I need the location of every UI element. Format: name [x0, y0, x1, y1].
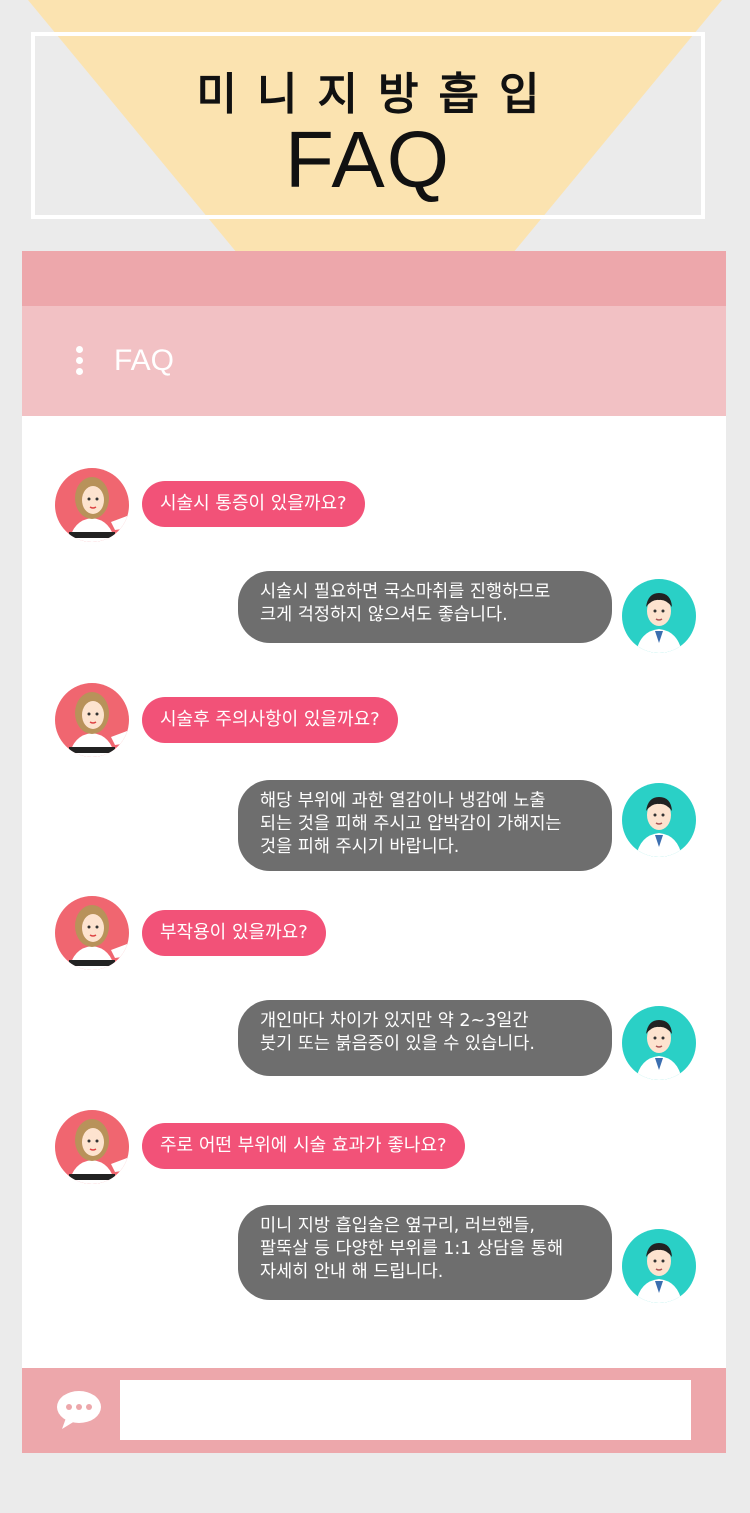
- title-frame: 미니지방흡입 FAQ: [31, 32, 705, 219]
- answer-bubble: 미니 지방 흡입술은 옆구리, 러브핸들, 팔뚝살 등 다양한 부위를 1:1 …: [238, 1205, 612, 1300]
- question-bubble: 시술후 주의사항이 있을까요?: [142, 697, 398, 743]
- patient-avatar: [55, 896, 129, 970]
- question-bubble: 주로 어떤 부위에 시술 효과가 좋나요?: [142, 1123, 465, 1169]
- answer-bubble: 개인마다 차이가 있지만 약 2~3일간 붓기 또는 붉음증이 있을 수 있습니…: [238, 1000, 612, 1076]
- patient-avatar: [55, 683, 129, 757]
- chat-window: FAQ 시술시 통증이 있을까요? 시술시 필요하면 국소마취를 진행하므로 크…: [22, 251, 726, 1453]
- question-bubble: 시술시 통증이 있을까요?: [142, 481, 365, 527]
- patient-avatar: [55, 468, 129, 542]
- page-title-faq: FAQ: [284, 115, 452, 204]
- message-input[interactable]: [120, 1380, 691, 1440]
- vertical-dots-icon[interactable]: [76, 346, 84, 376]
- speech-bubble-icon: [56, 1390, 102, 1434]
- doctor-avatar: [622, 783, 696, 857]
- doctor-avatar: [622, 579, 696, 653]
- chat-header-title: FAQ: [114, 344, 175, 377]
- question-bubble: 부작용이 있을까요?: [142, 910, 326, 956]
- chat-header: FAQ: [22, 306, 726, 416]
- doctor-avatar: [622, 1229, 696, 1303]
- chat-input-bar: [22, 1368, 726, 1453]
- chat-top-strip: [22, 251, 726, 306]
- patient-avatar: [55, 1110, 129, 1184]
- answer-bubble: 시술시 필요하면 국소마취를 진행하므로 크게 걱정하지 않으셔도 좋습니다.: [238, 571, 612, 643]
- answer-bubble: 해당 부위에 과한 열감이나 냉감에 노출 되는 것을 피해 주시고 압박감이 …: [238, 780, 612, 871]
- doctor-avatar: [622, 1006, 696, 1080]
- page-title-korean: 미니지방흡입: [196, 69, 560, 120]
